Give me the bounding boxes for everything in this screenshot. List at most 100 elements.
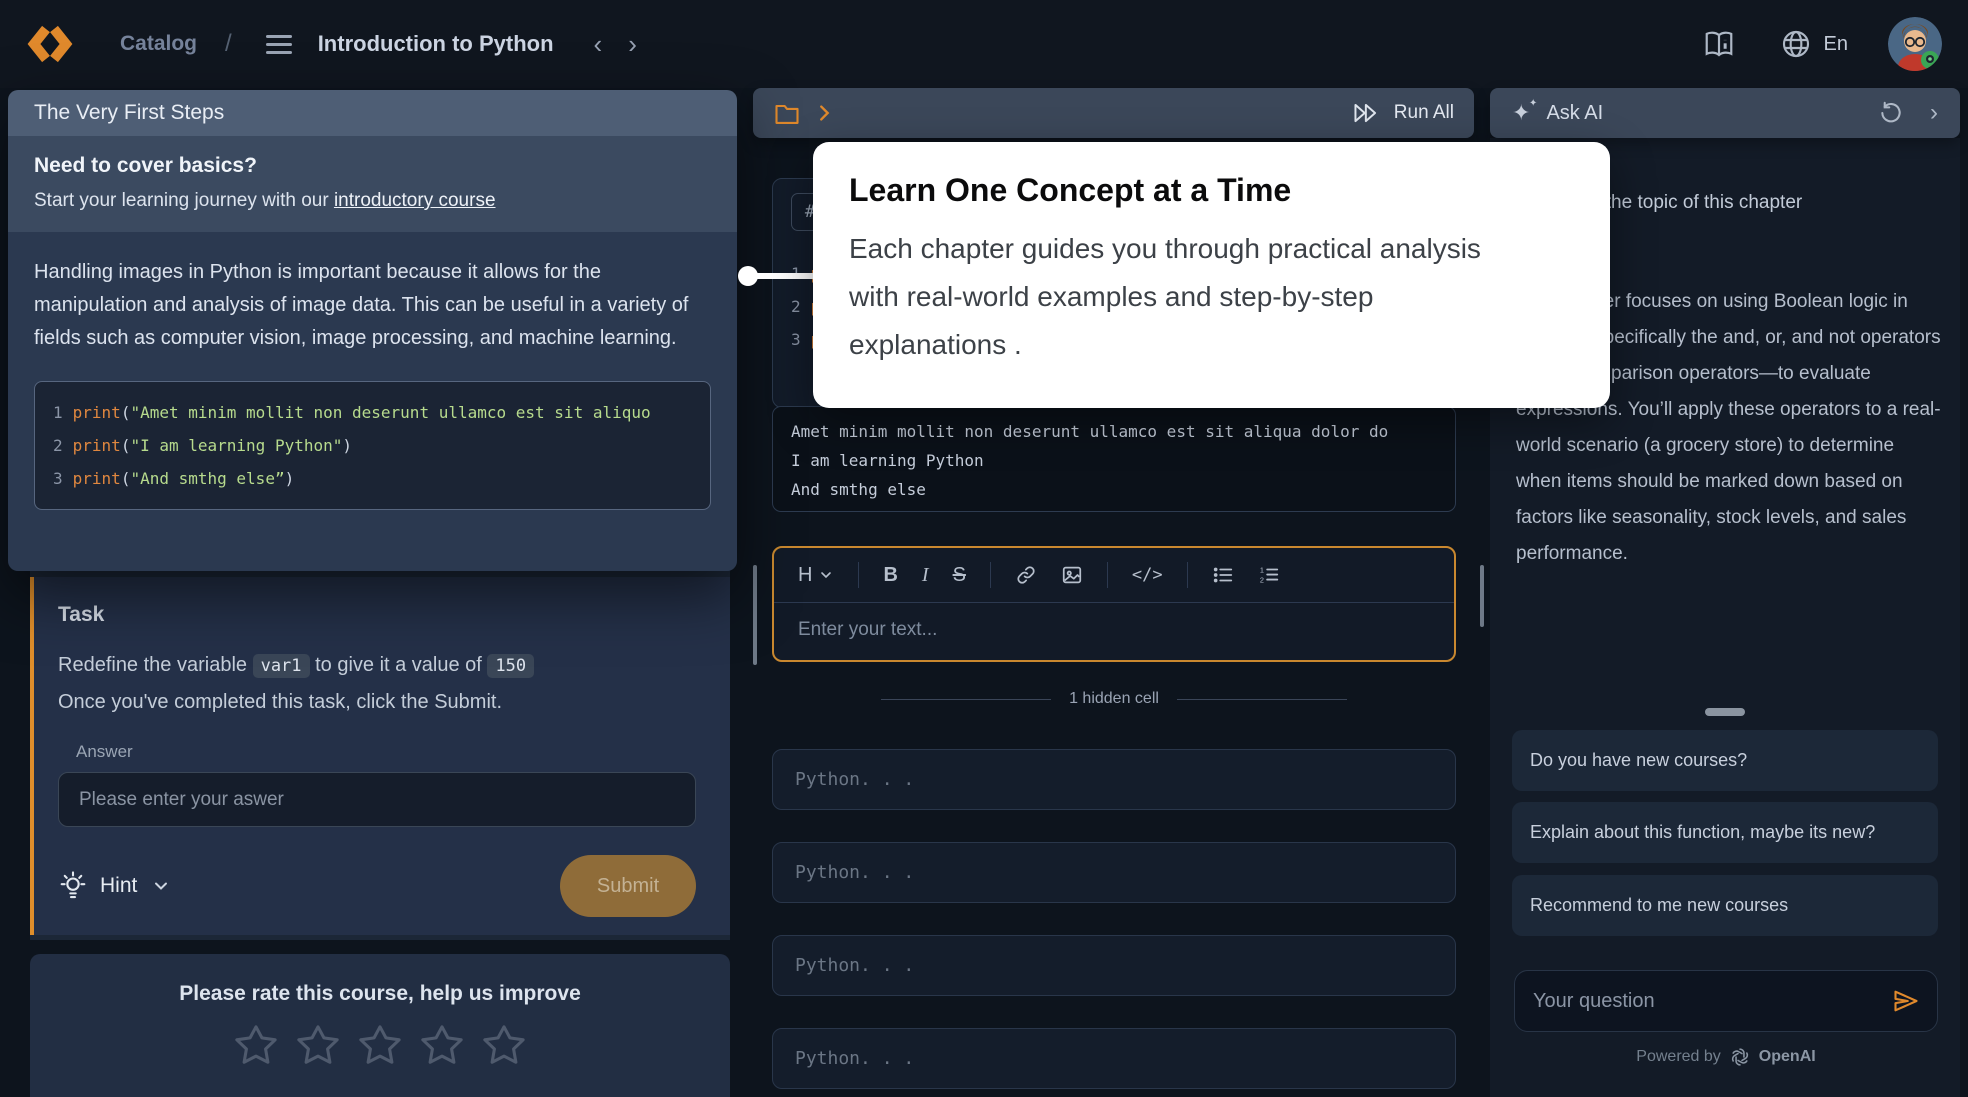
task-title: Task: [58, 603, 696, 627]
rating-title: Please rate this course, help us improve: [30, 982, 730, 1006]
basics-title: Need to cover basics?: [34, 154, 711, 178]
run-all-icon: [1352, 100, 1382, 126]
python-cell[interactable]: Python. . .: [772, 842, 1456, 903]
bullet-list-icon[interactable]: [1212, 564, 1234, 586]
tooltip-title: Learn One Concept at a Time: [849, 172, 1574, 209]
hint-button[interactable]: Hint: [100, 874, 137, 898]
task-section: Task Redefine the variable var1 to give …: [30, 577, 730, 935]
tooltip-body: Each chapter guides you through practica…: [849, 225, 1489, 369]
star-icon[interactable]: [233, 1022, 279, 1068]
suggestion-chip[interactable]: Explain about this function, maybe its n…: [1512, 802, 1938, 863]
italic-button[interactable]: I: [922, 564, 929, 587]
editor-text-area[interactable]: Enter your text...: [774, 603, 1454, 657]
task-text-line2: Once you've completed this task, click t…: [58, 691, 502, 713]
editor-toolbar: H B I S </>: [774, 548, 1454, 603]
avatar[interactable]: [1888, 17, 1942, 71]
run-all-label: Run All: [1394, 102, 1454, 124]
ask-ai-title: Ask AI: [1546, 102, 1603, 125]
basics-callout: Need to cover basics? Start your learnin…: [8, 136, 737, 232]
hidden-cell-divider[interactable]: 1 hidden cell: [772, 690, 1456, 708]
question-input-wrap: [1514, 970, 1938, 1032]
suggestion-chip[interactable]: Do you have new courses?: [1512, 730, 1938, 791]
powered-by: Powered by OpenAI: [1514, 1046, 1938, 1068]
course-title: Introduction to Python: [318, 31, 554, 57]
task-text: Redefine the variable: [58, 654, 253, 676]
ask-ai-header: ✦✦ Ask AI ›: [1490, 88, 1960, 138]
answer-label: Answer: [76, 742, 696, 762]
lesson-code-block: 1print("Amet minim mollit non deserunt u…: [34, 381, 711, 510]
lightbulb-icon: [58, 870, 88, 902]
star-icon[interactable]: [481, 1022, 527, 1068]
heading-button[interactable]: H: [798, 564, 834, 587]
tour-connector-line: [748, 273, 816, 279]
svg-text:1: 1: [1259, 565, 1263, 574]
brand-logo-icon[interactable]: [26, 23, 74, 65]
chevron-right-icon[interactable]: [813, 102, 835, 124]
lesson-paragraph: Handling images in Python is important b…: [34, 256, 706, 355]
chevron-down-icon[interactable]: [151, 876, 171, 896]
introductory-course-link[interactable]: introductory course: [334, 190, 496, 211]
chevron-down-icon: [818, 567, 834, 583]
task-instruction: Redefine the variable var1 to give it a …: [58, 647, 696, 720]
app-window: Catalog / Introduction to Python ‹ › En: [0, 0, 1968, 1097]
tour-tooltip: Learn One Concept at a Time Each chapter…: [813, 142, 1610, 408]
star-rating: [30, 1022, 730, 1068]
powered-by-label: Powered by: [1636, 1048, 1721, 1066]
openai-name: OpenAI: [1759, 1048, 1816, 1066]
python-cell[interactable]: Python. . .: [772, 1028, 1456, 1089]
variable-chip: var1: [253, 654, 310, 678]
suggestion-chip[interactable]: Recommend to me new courses: [1512, 875, 1938, 936]
breadcrumb-separator: /: [225, 30, 232, 58]
rich-text-editor: H B I S </>: [772, 546, 1456, 662]
strikethrough-button[interactable]: S: [953, 564, 966, 587]
python-cell[interactable]: Python. . .: [772, 749, 1456, 810]
run-all-button[interactable]: Run All: [1352, 100, 1454, 126]
bold-button[interactable]: B: [883, 564, 897, 587]
value-chip: 150: [487, 654, 534, 678]
folder-icon[interactable]: [773, 100, 801, 126]
lesson-scrollbar[interactable]: [753, 565, 757, 665]
output-line: And smthg else: [791, 475, 1437, 504]
star-icon[interactable]: [419, 1022, 465, 1068]
submit-button[interactable]: Submit: [560, 855, 696, 917]
code-line: 3print("And smthg else”): [53, 462, 692, 495]
question-input[interactable]: [1531, 989, 1891, 1014]
tour-header: The Very First Steps: [8, 90, 737, 136]
drag-handle[interactable]: [1705, 708, 1745, 716]
image-icon[interactable]: [1061, 564, 1083, 586]
tour-popover: The Very First Steps Need to cover basic…: [8, 90, 737, 571]
rating-card: Please rate this course, help us improve: [30, 954, 730, 1097]
svg-text:2: 2: [1259, 575, 1263, 584]
notebook-toolbar: Run All: [753, 88, 1474, 138]
answer-input[interactable]: [58, 772, 696, 827]
output-line: I am learning Python: [791, 446, 1437, 475]
star-icon[interactable]: [295, 1022, 341, 1068]
code-line: 1print("Amet minim mollit non deserunt u…: [53, 396, 692, 429]
code-line: 2print("I am learning Python"): [53, 429, 692, 462]
star-icon[interactable]: [357, 1022, 403, 1068]
top-bar: Catalog / Introduction to Python ‹ › En: [0, 0, 1968, 88]
output-line: Amet minim mollit non deserunt ullamco e…: [791, 417, 1437, 446]
link-icon[interactable]: [1015, 564, 1037, 586]
globe-icon[interactable]: [1780, 28, 1812, 60]
prev-chapter-button[interactable]: ‹: [594, 31, 603, 57]
send-icon[interactable]: [1891, 987, 1921, 1015]
collapse-panel-icon[interactable]: ›: [1930, 101, 1938, 125]
breadcrumb-catalog[interactable]: Catalog: [120, 32, 197, 56]
notebook-scrollbar[interactable]: [1480, 565, 1484, 627]
docs-book-icon[interactable]: [1702, 29, 1736, 59]
sparkles-icon: ✦✦: [1512, 102, 1530, 124]
language-label[interactable]: En: [1824, 33, 1848, 56]
ordered-list-icon[interactable]: 1 2: [1258, 564, 1280, 586]
code-icon[interactable]: </>: [1132, 565, 1163, 585]
lesson-content: Handling images in Python is important b…: [8, 232, 737, 571]
openai-logo: [1729, 1046, 1751, 1068]
python-cell[interactable]: Python. . .: [772, 935, 1456, 996]
refresh-icon[interactable]: [1878, 100, 1904, 126]
hidden-cell-label: 1 hidden cell: [1069, 690, 1159, 708]
task-text: to give it a value of: [310, 654, 488, 676]
chapters-menu-icon[interactable]: [266, 35, 292, 54]
next-chapter-button[interactable]: ›: [628, 31, 637, 57]
cell-output: Amet minim mollit non deserunt ullamco e…: [772, 406, 1456, 512]
basics-text: Start your learning journey with our: [34, 190, 334, 211]
